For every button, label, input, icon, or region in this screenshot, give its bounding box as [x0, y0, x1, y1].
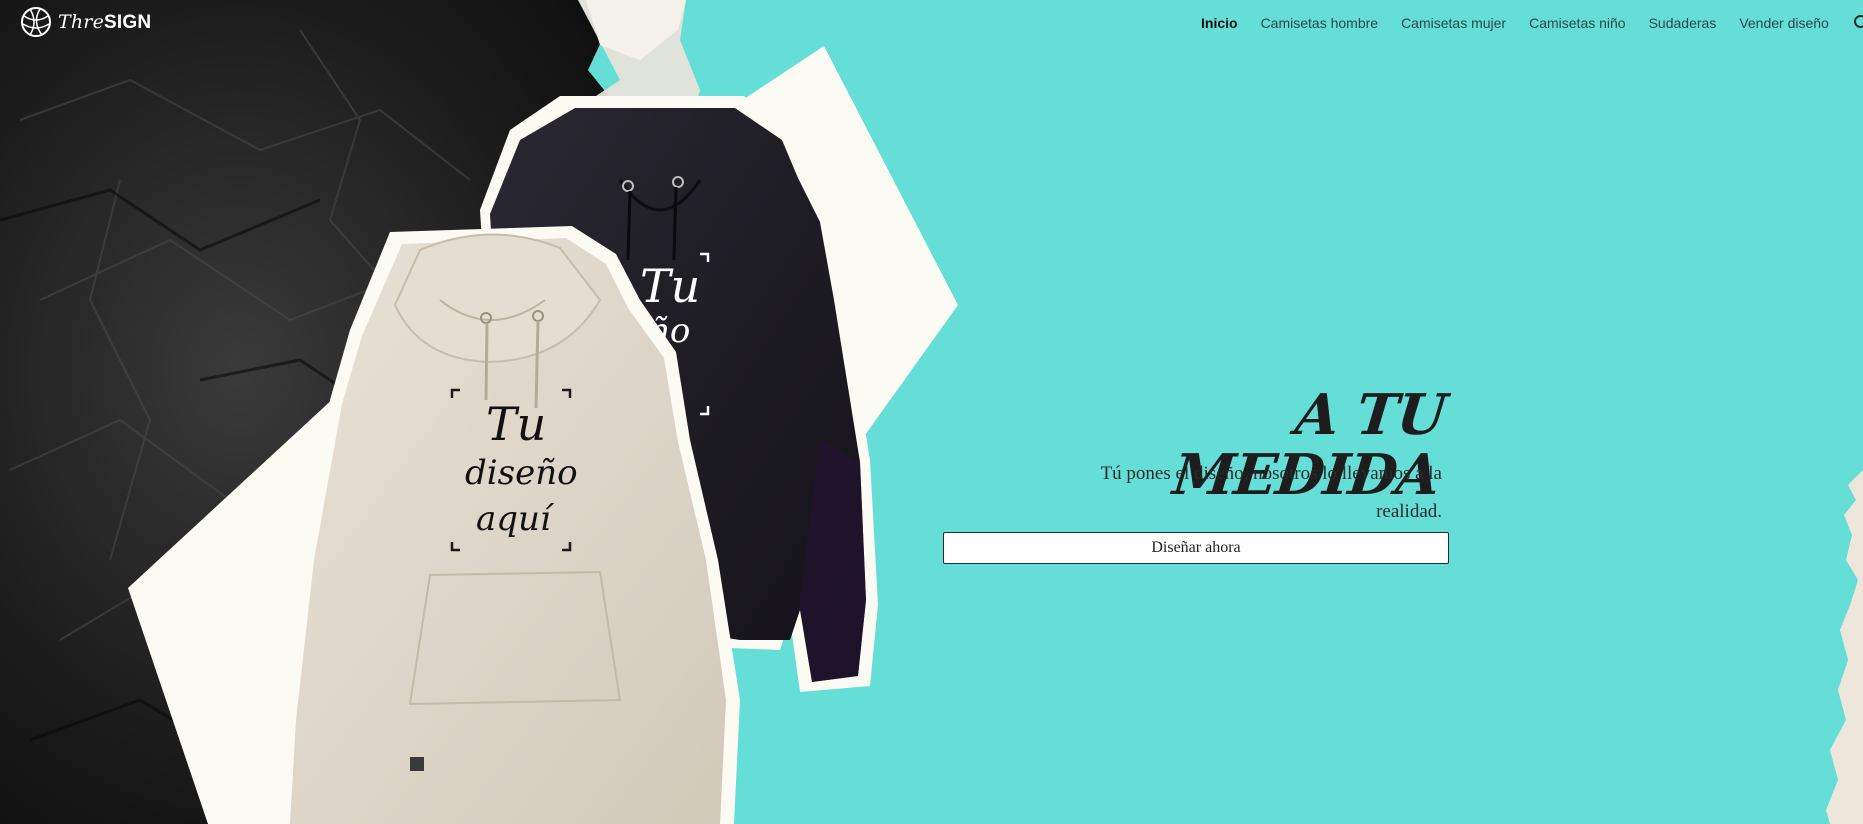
yarn-ball-icon — [21, 7, 51, 37]
brand-name: ThreSIGN — [58, 11, 151, 34]
hero-image: Tu ño Tu diseño aquí — [0, 0, 1863, 824]
search-icon[interactable] — [1853, 14, 1863, 32]
svg-text:Tu: Tu — [486, 397, 546, 451]
nav-item-camisetas-nino[interactable]: Camisetas niño — [1529, 15, 1626, 31]
main-nav: Inicio Camisetas hombre Camisetas mujer … — [1201, 13, 1863, 33]
svg-text:diseño: diseño — [465, 453, 578, 493]
nav-item-inicio[interactable]: Inicio — [1201, 15, 1238, 31]
svg-text:aquí: aquí — [476, 499, 555, 539]
design-now-button[interactable]: Diseñar ahora — [943, 532, 1449, 564]
brand-name-part: Thre — [58, 10, 105, 33]
nav-item-camisetas-mujer[interactable]: Camisetas mujer — [1401, 15, 1506, 31]
hero-tagline: Tú pones el diseño, nosotros lo llevamos… — [1100, 463, 1442, 522]
brand-logo[interactable]: ThreSIGN — [18, 4, 151, 40]
brand-name-part: SIGN — [104, 11, 152, 33]
hero-section: Tu ño Tu diseño aquí ThreSIGN Inicio Cam… — [0, 0, 1863, 824]
nav-item-camisetas-hombre[interactable]: Camisetas hombre — [1261, 15, 1379, 31]
svg-text:Tu: Tu — [640, 259, 700, 313]
nav-item-sudaderas[interactable]: Sudaderas — [1649, 15, 1717, 31]
nav-item-vender-diseno[interactable]: Vender diseño — [1739, 15, 1829, 31]
